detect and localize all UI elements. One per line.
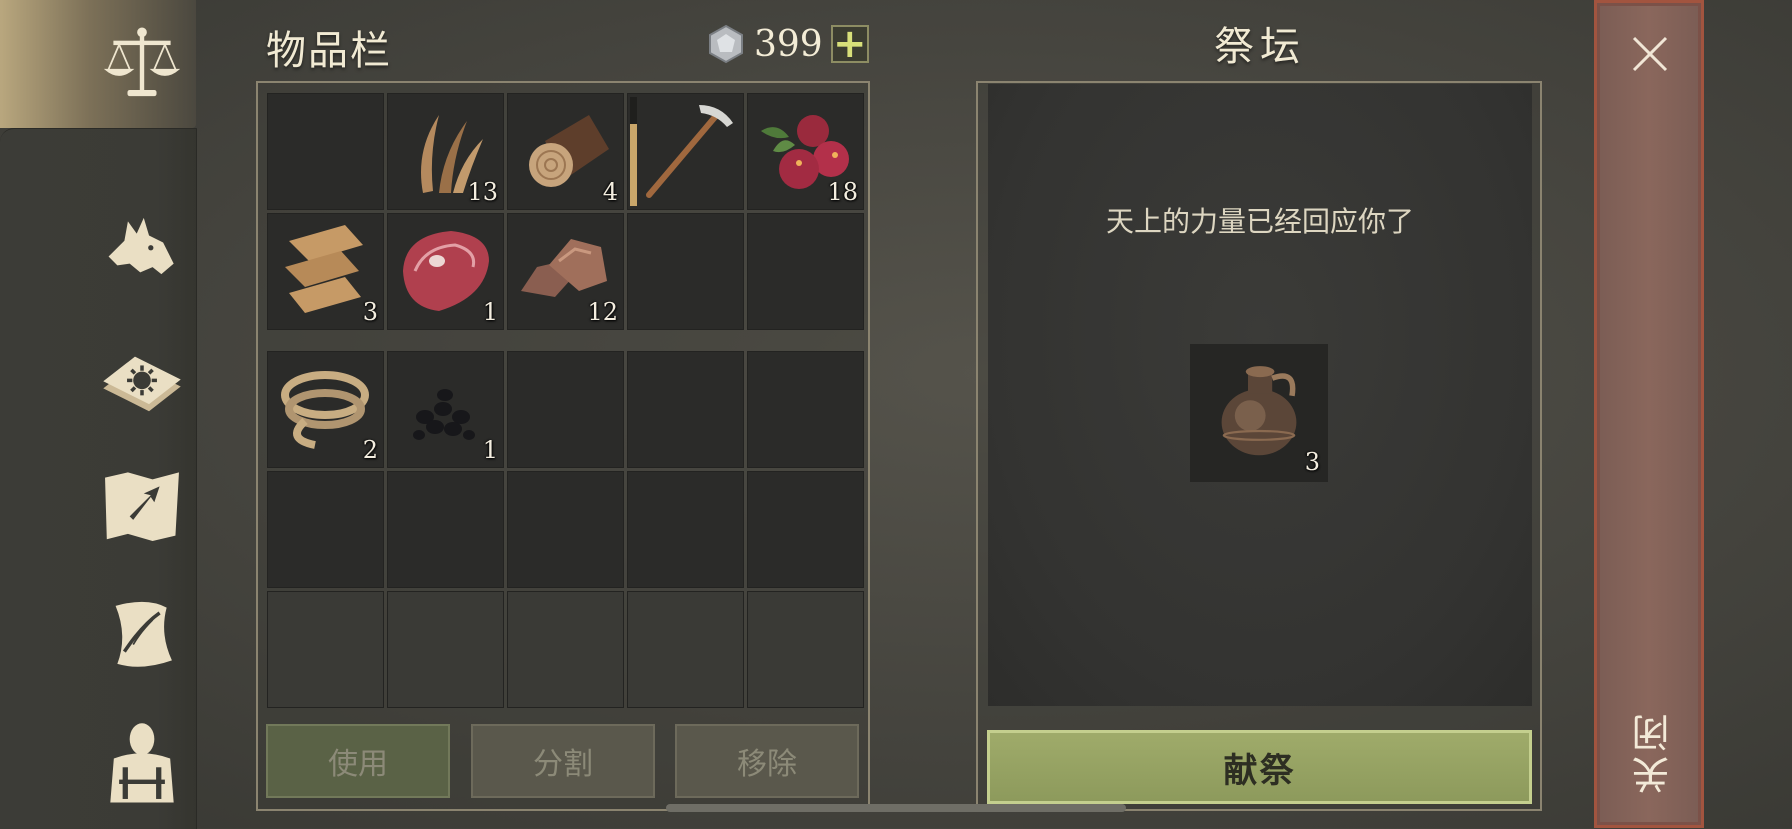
item-quantity: 12 [587,298,618,326]
coal-icon [413,389,475,440]
inventory-slot-empty[interactable] [747,351,864,468]
inventory-slot-locked [627,591,744,708]
wolf-icon [108,217,174,275]
tab-companion[interactable] [92,196,192,296]
inventory-slot-empty[interactable] [387,471,504,588]
inventory-slot[interactable]: 1 [387,213,504,330]
home-indicator [666,804,1126,812]
inventory-slot[interactable]: 2 [267,351,384,468]
item-quantity: 13 [467,178,498,206]
inventory-slot-empty[interactable] [267,93,384,210]
item-quantity: 3 [362,298,378,326]
inventory-slot[interactable]: 18 [747,93,864,210]
split-button[interactable]: 分割 [471,724,655,798]
inventory-slot-empty[interactable] [627,213,744,330]
inventory-slot-empty[interactable] [627,471,744,588]
leather-icon [285,225,363,313]
inventory-slot[interactable]: 4 [507,93,624,210]
item-quantity: 18 [827,178,858,206]
currency-display: 399 + [706,22,869,66]
close-icon[interactable] [1630,34,1670,74]
close-strip[interactable] [1594,0,1704,828]
add-currency-button[interactable]: + [830,24,869,64]
inventory-slot[interactable]: 1 [387,351,504,468]
inventory-slot[interactable]: 13 [387,93,504,210]
map-arrow-icon [105,472,179,541]
gem-icon [709,24,743,64]
item-quantity: 3 [1304,448,1320,476]
backpack-icon [110,723,174,803]
inventory-slot-locked [387,591,504,708]
item-quantity: 1 [482,436,498,464]
inventory-slot[interactable] [627,93,744,210]
inventory-title: 物品栏 [266,28,392,74]
item-quantity: 4 [602,178,618,206]
inventory-slot[interactable]: 12 [507,213,624,330]
sun-book-icon [103,356,181,412]
tab-bar [0,0,197,829]
remove-button[interactable]: 移除 [675,724,859,798]
inventory-slot-empty[interactable] [507,351,624,468]
log-icon [529,115,609,187]
inventory-slot-empty[interactable] [507,471,624,588]
backpack-grid: 2 1 [267,351,864,708]
inventory-slot-locked [747,591,864,708]
altar-title: 祭坛 [1214,24,1306,70]
altar-offering-slot[interactable]: 3 [1190,344,1328,482]
balance-scale-icon [103,27,181,97]
close-label: 关闭 [1632,710,1676,794]
currency-amount: 399 [754,23,823,65]
inventory-slot-empty[interactable] [267,471,384,588]
rope-icon [281,371,369,449]
clay-jug-icon [1221,366,1297,456]
inventory-slot-empty[interactable] [627,351,744,468]
tab-quests[interactable] [92,584,192,684]
tab-map[interactable] [92,454,192,554]
use-button[interactable]: 使用 [266,724,450,798]
raw-meat-icon [403,231,489,311]
scroll-quill-icon [115,601,172,667]
inventory-slot-locked [507,591,624,708]
altar-message: 天上的力量已经回应你了 [1105,205,1414,238]
pickaxe-icon [646,105,733,198]
tab-character[interactable] [92,712,192,812]
offer-button[interactable]: 献祭 [987,730,1532,804]
inventory-grid: 13 4 18 3 1 12 [267,93,864,330]
tab-skills[interactable] [92,326,192,426]
inventory-slot[interactable]: 3 [267,213,384,330]
inventory-slot-locked [267,591,384,708]
inventory-slot-empty[interactable] [747,213,864,330]
inventory-slot-empty[interactable] [747,471,864,588]
item-quantity: 2 [362,436,378,464]
tab-trade[interactable] [92,14,192,114]
item-quantity: 1 [482,298,498,326]
